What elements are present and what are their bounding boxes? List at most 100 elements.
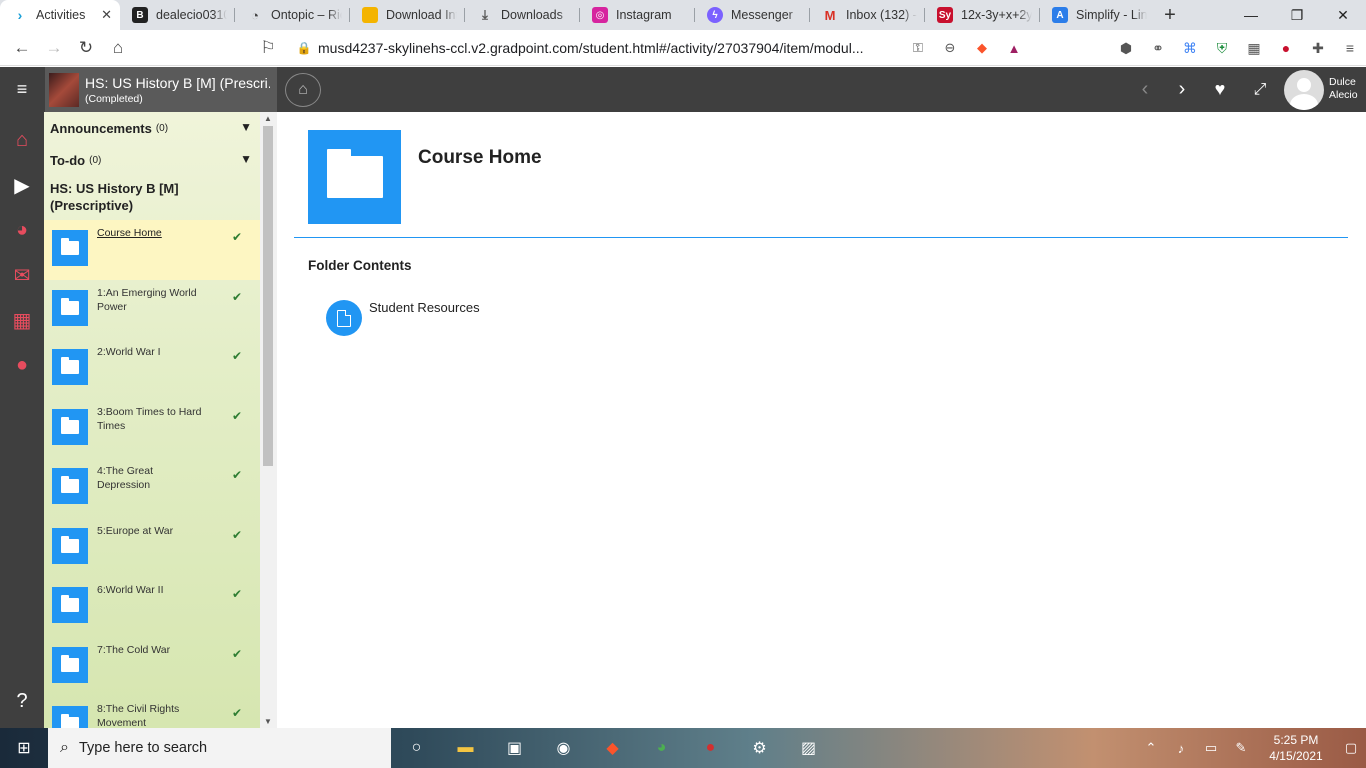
module-item[interactable]: 4:The Great Depression ✔	[44, 458, 260, 518]
battery-icon[interactable]: ▭	[1196, 740, 1226, 756]
settings-icon[interactable]: ⚙	[735, 728, 784, 768]
chevron-down-icon[interactable]: ▼	[240, 120, 252, 134]
brave-taskbar-icon[interactable]: ◆	[588, 728, 637, 768]
taskbar-search[interactable]: ⌕ Type here to search	[48, 728, 391, 768]
vpn-icon[interactable]: ⛨	[1206, 34, 1238, 62]
fullscreen-icon[interactable]: ⤢	[1242, 67, 1278, 112]
heart-icon[interactable]: ♥	[1202, 67, 1238, 112]
play-icon[interactable]: ▶	[0, 163, 44, 208]
help-icon[interactable]: ?	[0, 679, 44, 724]
chevron-up-icon[interactable]: ⌃	[1136, 740, 1166, 756]
user-name[interactable]: Dulce Alecio	[1329, 76, 1358, 102]
a-icon: A	[1052, 7, 1068, 23]
taskbar-apps: ○ ▬ ▣ ◉ ◆ ◕ ● ⚙ ▨	[392, 728, 833, 768]
module-label: 1:An Emerging World Power	[97, 286, 197, 313]
module-item[interactable]: 6:World War II ✔	[44, 577, 260, 637]
home-rail-icon[interactable]: ⌂	[0, 118, 44, 163]
browser-tab[interactable]: A Simplify - Line	[1040, 0, 1155, 30]
module-item[interactable]: 1:An Emerging World Power ✔	[44, 280, 260, 340]
scroll-up-icon[interactable]: ▲	[264, 114, 272, 123]
browser-tab[interactable]: ϟ Messenger	[695, 0, 810, 30]
course-header[interactable]: HS: US History B [M] (Prescri... (Comple…	[45, 67, 277, 112]
menu-icon[interactable]: ≡	[1334, 34, 1366, 62]
new-tab-button[interactable]: +	[1155, 0, 1185, 30]
tab-title: dealecio0310	[156, 8, 227, 22]
link-icon[interactable]: ⚭	[1142, 34, 1174, 62]
browser-tab[interactable]: B dealecio0310	[120, 0, 235, 30]
dashboard-icon[interactable]: ◕	[0, 208, 44, 253]
rewards-icon[interactable]: ▲	[998, 41, 1030, 56]
close-window-icon[interactable]: ✕	[1320, 0, 1366, 30]
folder-icon	[308, 130, 401, 224]
module-item[interactable]: 8:The Civil Rights Movement ✔	[44, 696, 260, 728]
avatar[interactable]	[1284, 70, 1324, 110]
todo-count: (0)	[89, 154, 102, 166]
browser-tab[interactable]: Download Intr	[350, 0, 465, 30]
folder-icon	[52, 408, 88, 445]
scrollbar-thumb[interactable]	[263, 126, 273, 466]
url-text[interactable]: musd4237-skylinehs-ccl.v2.gradpoint.com/…	[318, 40, 902, 56]
key-icon[interactable]: ⚿	[902, 40, 934, 56]
chevron-down-icon[interactable]: ▼	[240, 152, 252, 166]
tab-title: Inbox (132) - c	[846, 8, 917, 22]
volume-icon[interactable]: ♪	[1166, 741, 1196, 756]
notes-icon[interactable]: ▦	[1238, 34, 1270, 62]
browser-tab[interactable]: › Activities ✕	[0, 0, 120, 30]
store-icon[interactable]: ▣	[490, 728, 539, 768]
reload-icon[interactable]: ↻	[70, 32, 102, 64]
flag-icon[interactable]: ●	[1270, 34, 1302, 62]
cortana-icon[interactable]: ○	[392, 728, 441, 768]
translate-icon[interactable]: ⌘	[1174, 34, 1206, 62]
check-icon: ✔	[231, 527, 242, 542]
puzzle-icon[interactable]: ✚	[1302, 34, 1334, 62]
content-item-label[interactable]: Student Resources	[369, 300, 480, 315]
prev-arrow-icon[interactable]: ‹	[1127, 67, 1163, 112]
check-icon: ✔	[231, 408, 242, 423]
file-explorer-icon[interactable]: ▬	[441, 728, 490, 768]
chrome-icon[interactable]: ◕	[637, 728, 686, 768]
home-icon[interactable]: ⌂	[102, 32, 134, 64]
browser-tab[interactable]: Sy 12x-3y+x+2y -	[925, 0, 1040, 30]
clock[interactable]: 5:25 PM 4/15/2021	[1256, 732, 1336, 764]
browser-tab[interactable]: ⤓ Downloads	[465, 0, 580, 30]
url-bar[interactable]: 🔒 musd4237-skylinehs-ccl.v2.gradpoint.co…	[290, 34, 1030, 62]
folder-contents-heading: Folder Contents	[308, 258, 412, 273]
close-tab-icon[interactable]: ✕	[101, 7, 112, 23]
module-item[interactable]: 7:The Cold War ✔	[44, 637, 260, 697]
module-item[interactable]: 3:Boom Times to Hard Times ✔	[44, 399, 260, 459]
windows-start-icon[interactable]: ⊞	[0, 728, 48, 768]
calendar-icon[interactable]: ▦	[0, 298, 44, 343]
todo-section[interactable]: To-do (0) ▼	[44, 144, 260, 176]
module-item[interactable]: 2:World War I ✔	[44, 339, 260, 399]
back-icon[interactable]: ←	[6, 32, 38, 64]
restore-icon[interactable]: ❐	[1274, 0, 1320, 30]
browser-tab[interactable]: ◔ Ontopic – Rick	[235, 0, 350, 30]
notification-icon[interactable]: ▢	[1336, 740, 1366, 756]
content-item-student-resources[interactable]: Student Resources	[326, 300, 480, 336]
module-item[interactable]: Course Home ✔	[44, 220, 260, 280]
brave-icon[interactable]: ◆	[966, 40, 998, 56]
sidebar-scrollbar[interactable]: ▲ ▼	[260, 112, 277, 728]
announcements-label: Announcements	[50, 120, 152, 136]
announcements-section[interactable]: Announcements (0) ▼	[44, 112, 260, 144]
next-arrow-icon[interactable]: ›	[1164, 67, 1200, 112]
hamburger-icon[interactable]: ≡	[0, 67, 44, 112]
page-title: Course Home	[418, 147, 542, 168]
bookmark-icon[interactable]: ⚐	[252, 32, 284, 64]
browser-tab[interactable]: M Inbox (132) - c	[810, 0, 925, 30]
forward-icon[interactable]: →	[38, 32, 70, 64]
media-icon[interactable]: ◉	[539, 728, 588, 768]
browser-tab[interactable]: ◎ Instagram	[580, 0, 695, 30]
zoom-icon[interactable]: ⊖	[934, 40, 966, 56]
mail-icon[interactable]: ✉	[0, 253, 44, 298]
pen-icon[interactable]: ✎	[1226, 740, 1256, 756]
scroll-down-icon[interactable]: ▼	[264, 717, 272, 726]
folder-icon	[52, 349, 88, 385]
cube-icon[interactable]: ⬢	[1110, 34, 1142, 62]
among-us-icon[interactable]: ●	[686, 728, 735, 768]
apple-icon[interactable]: ●	[0, 343, 44, 388]
module-item[interactable]: 5:Europe at War ✔	[44, 518, 260, 578]
course-home-button[interactable]: ⌂	[285, 73, 321, 107]
minimize-icon[interactable]: —	[1228, 0, 1274, 30]
photos-icon[interactable]: ▨	[784, 728, 833, 768]
